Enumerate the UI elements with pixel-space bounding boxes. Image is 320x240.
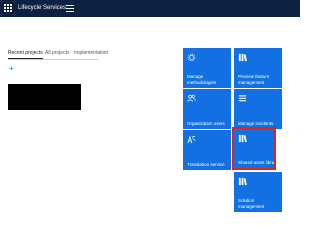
tile-label: Manage methodologies	[187, 74, 217, 85]
tile-organization-users[interactable]: Organization users	[183, 89, 231, 129]
tile-label: Organization users	[187, 120, 225, 126]
add-project-button[interactable]: +	[9, 65, 14, 73]
tile-label: Preview feature management	[238, 74, 270, 85]
highlight-box	[232, 127, 276, 170]
menu-icon[interactable]	[66, 5, 74, 12]
tile-solution-management[interactable]: Solution management	[234, 172, 282, 212]
tile-manage-methodologies[interactable]: Manage methodologies	[183, 48, 231, 88]
book-icon	[238, 177, 247, 186]
gear-icon	[187, 53, 196, 62]
tab-all-projects[interactable]: All projects	[45, 50, 69, 57]
tile-label: Translation service	[187, 161, 225, 167]
app-title: Lifecycle Services	[18, 5, 67, 11]
top-bar: Lifecycle Services	[0, 0, 300, 17]
users-icon	[187, 94, 196, 102]
app-launcher-icon[interactable]	[4, 4, 13, 13]
list-icon	[238, 95, 247, 102]
translate-icon	[187, 135, 196, 144]
tile-manage-incidents[interactable]: Manage incidents	[234, 89, 282, 129]
tabs-divider	[8, 59, 98, 60]
tab-recent-projects[interactable]: Recent projects	[8, 50, 43, 59]
tile-translation-service[interactable]: Translation service	[183, 130, 231, 170]
project-card[interactable]	[8, 84, 81, 110]
tile-label: Solution management	[238, 198, 265, 209]
book-icon	[238, 53, 247, 62]
tab-implementation[interactable]: Implementation	[74, 50, 108, 57]
tile-label: Manage incidents	[238, 120, 274, 126]
tile-preview-feature-management[interactable]: Preview feature management	[234, 48, 282, 88]
